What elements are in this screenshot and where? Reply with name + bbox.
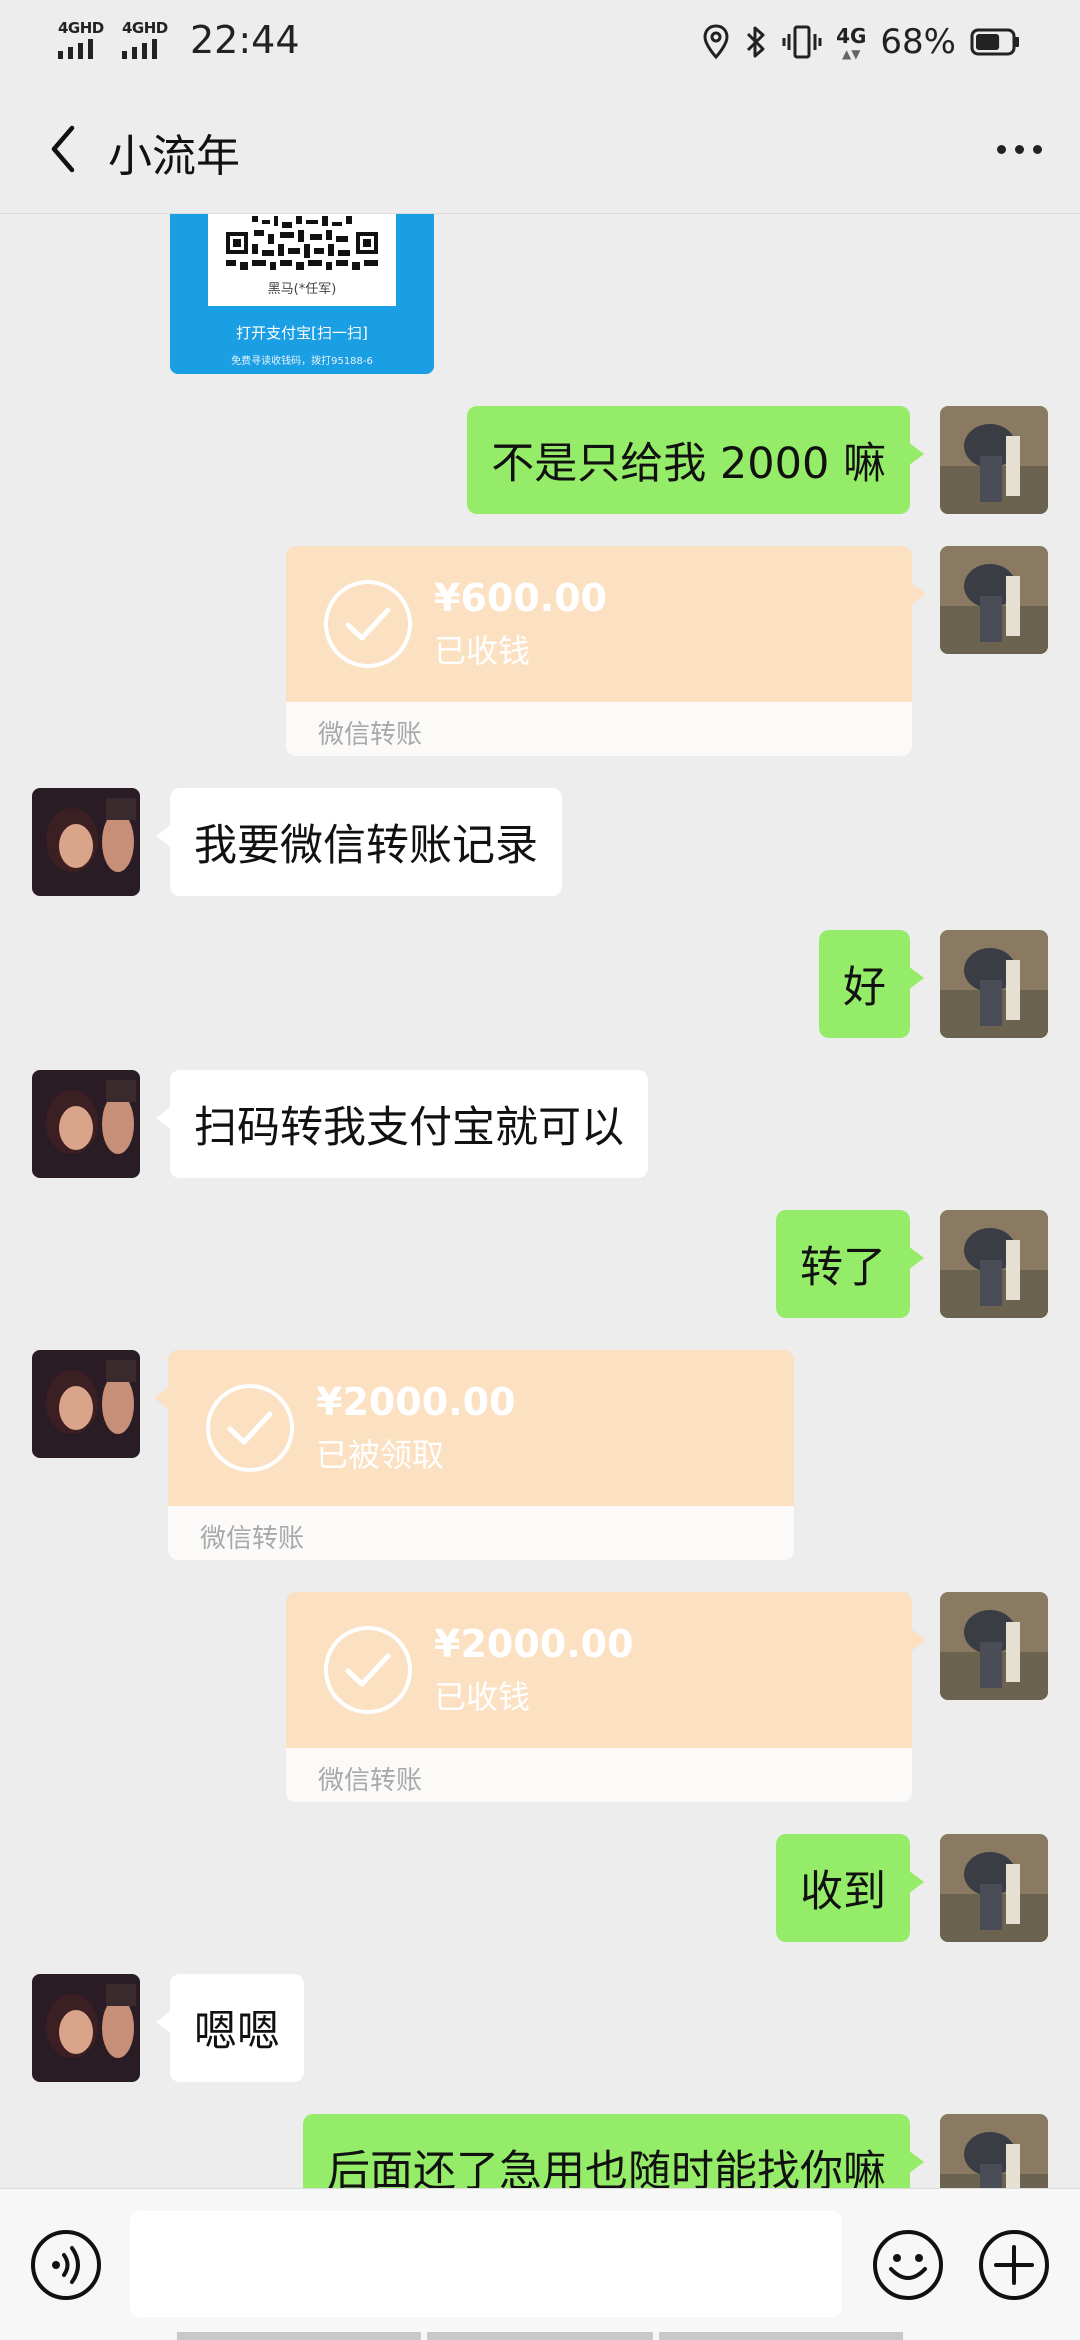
message-row: 转了 <box>0 1210 1080 1318</box>
contact-avatar[interactable] <box>32 1070 140 1178</box>
contact-message-bubble[interactable]: 我要微信转账记录 <box>156 788 562 896</box>
qr-payee-name: 黑马(*任军) <box>267 282 337 297</box>
message-text: 收到 <box>800 1867 886 1917</box>
contact-avatar[interactable] <box>32 788 140 896</box>
qr-code-image-message[interactable]: 黑马(*任军) 打开支付宝[扫一扫] 免费寻读收钱码，拨打95188-6 <box>170 214 434 374</box>
my-avatar[interactable] <box>940 930 1048 1038</box>
message-row: 收到 <box>0 1834 1080 1942</box>
transfer-label: 微信转账 <box>200 1524 305 1554</box>
my-message-bubble[interactable]: 收到 <box>776 1834 924 1942</box>
qr-open-text: 打开支付宝[扫一扫] <box>236 324 368 342</box>
transfer-amount: ¥2000.00 <box>434 1622 634 1666</box>
my-avatar[interactable] <box>940 1834 1048 1942</box>
chat-header: 小流年 <box>0 84 1080 214</box>
transfer-status: 已收钱 <box>434 632 531 670</box>
my-message-bubble[interactable]: 转了 <box>776 1210 924 1318</box>
transfer-status: 已被领取 <box>316 1436 445 1474</box>
voice-icon[interactable] <box>30 2229 102 2301</box>
qr-code-icon <box>222 214 382 272</box>
navigation-indicator <box>0 2332 1080 2340</box>
transfer-card-footer: 微信转账 <box>286 1748 912 1802</box>
check-circle-icon <box>324 580 412 668</box>
message-row: 不是只给我 2000 嘛 <box>0 406 1080 514</box>
my-avatar[interactable] <box>940 546 1048 654</box>
message-row: 嗯嗯 <box>0 1974 1080 2082</box>
emoji-icon[interactable] <box>872 2229 944 2301</box>
qr-hint-text: 免费寻读收钱码，拨打95188-6 <box>231 356 373 367</box>
my-avatar[interactable] <box>940 1210 1048 1318</box>
transfer-amount: ¥2000.00 <box>316 1380 516 1424</box>
message-row: 好 <box>0 930 1080 1038</box>
message-row: 后面还了急用也随时能找你嘛 <box>0 2114 1080 2188</box>
my-avatar[interactable] <box>940 406 1048 514</box>
message-text: 后面还了急用也随时能找你嘛 <box>327 2147 886 2188</box>
message-text: 我要微信转账记录 <box>194 821 538 871</box>
status-bar: 4GHD 4GHD 22:44 4G ▲▼ 68% <box>0 0 1080 84</box>
transfer-amount: ¥600.00 <box>434 576 608 620</box>
message-row: ¥2000.00 已被领取 微信转账 <box>0 1350 1080 1560</box>
contact-avatar[interactable] <box>32 1350 140 1458</box>
contact-transfer-card[interactable]: ¥2000.00 已被领取 微信转账 <box>154 1350 794 1560</box>
plus-icon[interactable] <box>978 2229 1050 2301</box>
check-circle-icon <box>206 1384 294 1472</box>
transfer-label: 微信转账 <box>318 720 423 750</box>
sim2-label: 4GHD <box>122 19 168 37</box>
network-label: 4G <box>836 24 867 48</box>
transfer-card-body: ¥600.00 已收钱 <box>286 546 926 702</box>
contact-message-bubble[interactable]: 扫码转我支付宝就可以 <box>156 1070 648 1178</box>
chat-title: 小流年 <box>108 131 240 182</box>
my-message-bubble[interactable]: 好 <box>819 930 924 1038</box>
transfer-card-body: ¥2000.00 已收钱 <box>286 1592 926 1748</box>
chevron-left-icon <box>51 125 75 173</box>
message-text: 转了 <box>800 1243 886 1293</box>
status-time: 22:44 <box>190 18 300 62</box>
more-dots-icon <box>996 144 1006 154</box>
location-icon <box>703 24 729 60</box>
signal-sim2-icon: 4GHD <box>122 19 172 61</box>
message-row: ¥2000.00 已收钱 微信转账 <box>0 1592 1080 1802</box>
battery-icon <box>970 28 1019 56</box>
more-button[interactable] <box>984 114 1054 184</box>
transfer-label: 微信转账 <box>318 1766 423 1796</box>
transfer-card-footer: 微信转账 <box>286 702 912 756</box>
status-left: 4GHD 4GHD 22:44 <box>58 18 300 62</box>
chat-screen: 4GHD 4GHD 22:44 4G ▲▼ 68% 小流年 黑马(*任军) 打开… <box>0 0 1080 2340</box>
vibrate-icon <box>782 25 822 59</box>
message-text: 好 <box>843 963 886 1013</box>
message-text: 扫码转我支付宝就可以 <box>194 1103 624 1153</box>
message-row: 我要微信转账记录 <box>0 788 1080 896</box>
message-row: 扫码转我支付宝就可以 <box>0 1070 1080 1178</box>
sim1-label: 4GHD <box>58 19 104 37</box>
status-right: 4G ▲▼ 68% <box>702 18 1020 66</box>
my-avatar[interactable] <box>940 1592 1048 1700</box>
qr-code-panel: 黑马(*任军) <box>208 214 396 306</box>
contact-message-bubble[interactable]: 嗯嗯 <box>156 1974 304 2082</box>
bluetooth-icon <box>747 26 765 58</box>
transfer-card-body: ¥2000.00 已被领取 <box>154 1350 794 1506</box>
message-row: ¥600.00 已收钱 微信转账 <box>0 546 1080 756</box>
message-list[interactable]: 黑马(*任军) 打开支付宝[扫一扫] 免费寻读收钱码，拨打95188-6 不是只… <box>0 214 1080 2188</box>
network-4g-icon: 4G ▲▼ <box>836 24 867 61</box>
message-input[interactable] <box>130 2211 842 2317</box>
my-message-bubble[interactable]: 不是只给我 2000 嘛 <box>467 406 924 514</box>
transfer-card-footer: 微信转账 <box>168 1506 794 1560</box>
contact-avatar[interactable] <box>32 1974 140 2082</box>
transfer-status: 已收钱 <box>434 1678 531 1716</box>
signal-sim1-icon: 4GHD <box>58 19 108 61</box>
message-text: 不是只给我 2000 嘛 <box>491 439 886 489</box>
check-circle-icon <box>324 1626 412 1714</box>
my-message-bubble[interactable]: 后面还了急用也随时能找你嘛 <box>303 2114 924 2188</box>
message-text: 嗯嗯 <box>194 2007 280 2057</box>
battery-percent: 68% <box>880 22 956 62</box>
my-transfer-card[interactable]: ¥2000.00 已收钱 微信转账 <box>286 1592 926 1802</box>
my-avatar[interactable] <box>940 2114 1048 2188</box>
my-transfer-card[interactable]: ¥600.00 已收钱 微信转账 <box>286 546 926 756</box>
back-button[interactable] <box>28 114 98 184</box>
input-bar <box>0 2188 1080 2340</box>
